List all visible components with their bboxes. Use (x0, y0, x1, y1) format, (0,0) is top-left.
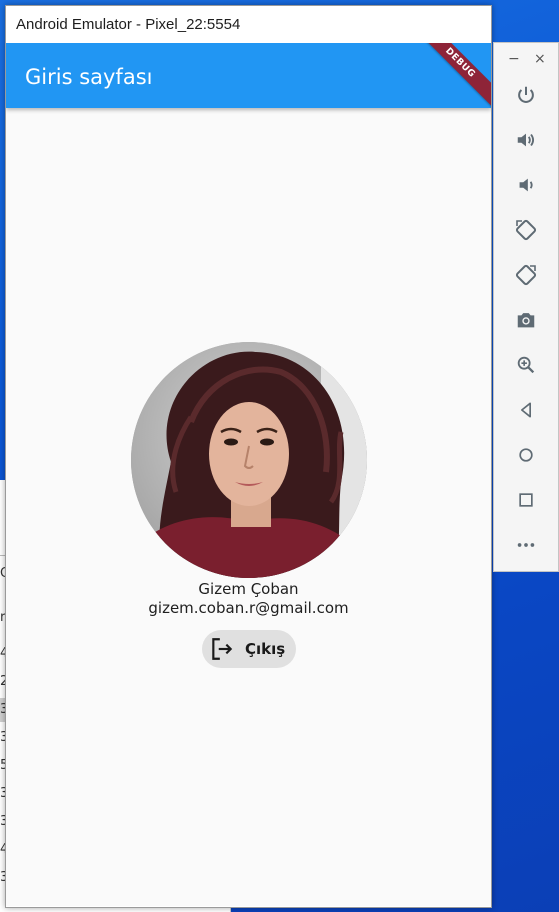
back-icon (521, 402, 531, 418)
page-title: Giris sayfası (25, 65, 153, 89)
home-icon (519, 448, 533, 462)
user-email: gizem.coban.r@gmail.com (148, 599, 349, 617)
overview-button[interactable] (511, 485, 541, 515)
rotate-left-button[interactable] (511, 215, 541, 245)
volume-down-icon (519, 178, 533, 192)
volume-down-button[interactable] (511, 170, 541, 200)
home-button[interactable] (511, 440, 541, 470)
camera-icon (517, 313, 535, 328)
avatar (131, 342, 367, 578)
rotate-right-button[interactable] (511, 260, 541, 290)
volume-up-icon (517, 133, 535, 147)
zoom-button[interactable] (511, 350, 541, 380)
power-button[interactable] (511, 80, 541, 110)
emulator-window: Android Emulator - Pixel_22:5554 Giris s… (5, 5, 492, 908)
emulator-toolbar: − × (493, 42, 559, 572)
user-name: Gizem Çoban (198, 580, 299, 598)
more-icon (517, 543, 535, 547)
power-icon (518, 86, 534, 103)
logout-label: Çıkış (245, 640, 286, 658)
minimize-button[interactable]: − (508, 51, 520, 67)
rotate-right-icon (515, 264, 537, 286)
overview-icon (519, 493, 533, 507)
more-button[interactable] (511, 530, 541, 560)
logout-icon (209, 636, 235, 662)
window-title: Android Emulator - Pixel_22:5554 (6, 6, 491, 43)
volume-up-button[interactable] (511, 125, 541, 155)
app-bar: Giris sayfası DEBUG (6, 43, 491, 108)
logout-button[interactable]: Çıkış (202, 630, 296, 668)
device-screen: Giris sayfası DEBUG Gizem Çoban gizem.co… (6, 43, 491, 906)
debug-banner: DEBUG (415, 43, 491, 108)
zoom-icon (517, 356, 535, 374)
rotate-left-icon (515, 219, 537, 241)
close-button[interactable]: × (534, 51, 546, 67)
screenshot-button[interactable] (511, 305, 541, 335)
back-button[interactable] (511, 395, 541, 425)
profile-photo (131, 342, 367, 578)
